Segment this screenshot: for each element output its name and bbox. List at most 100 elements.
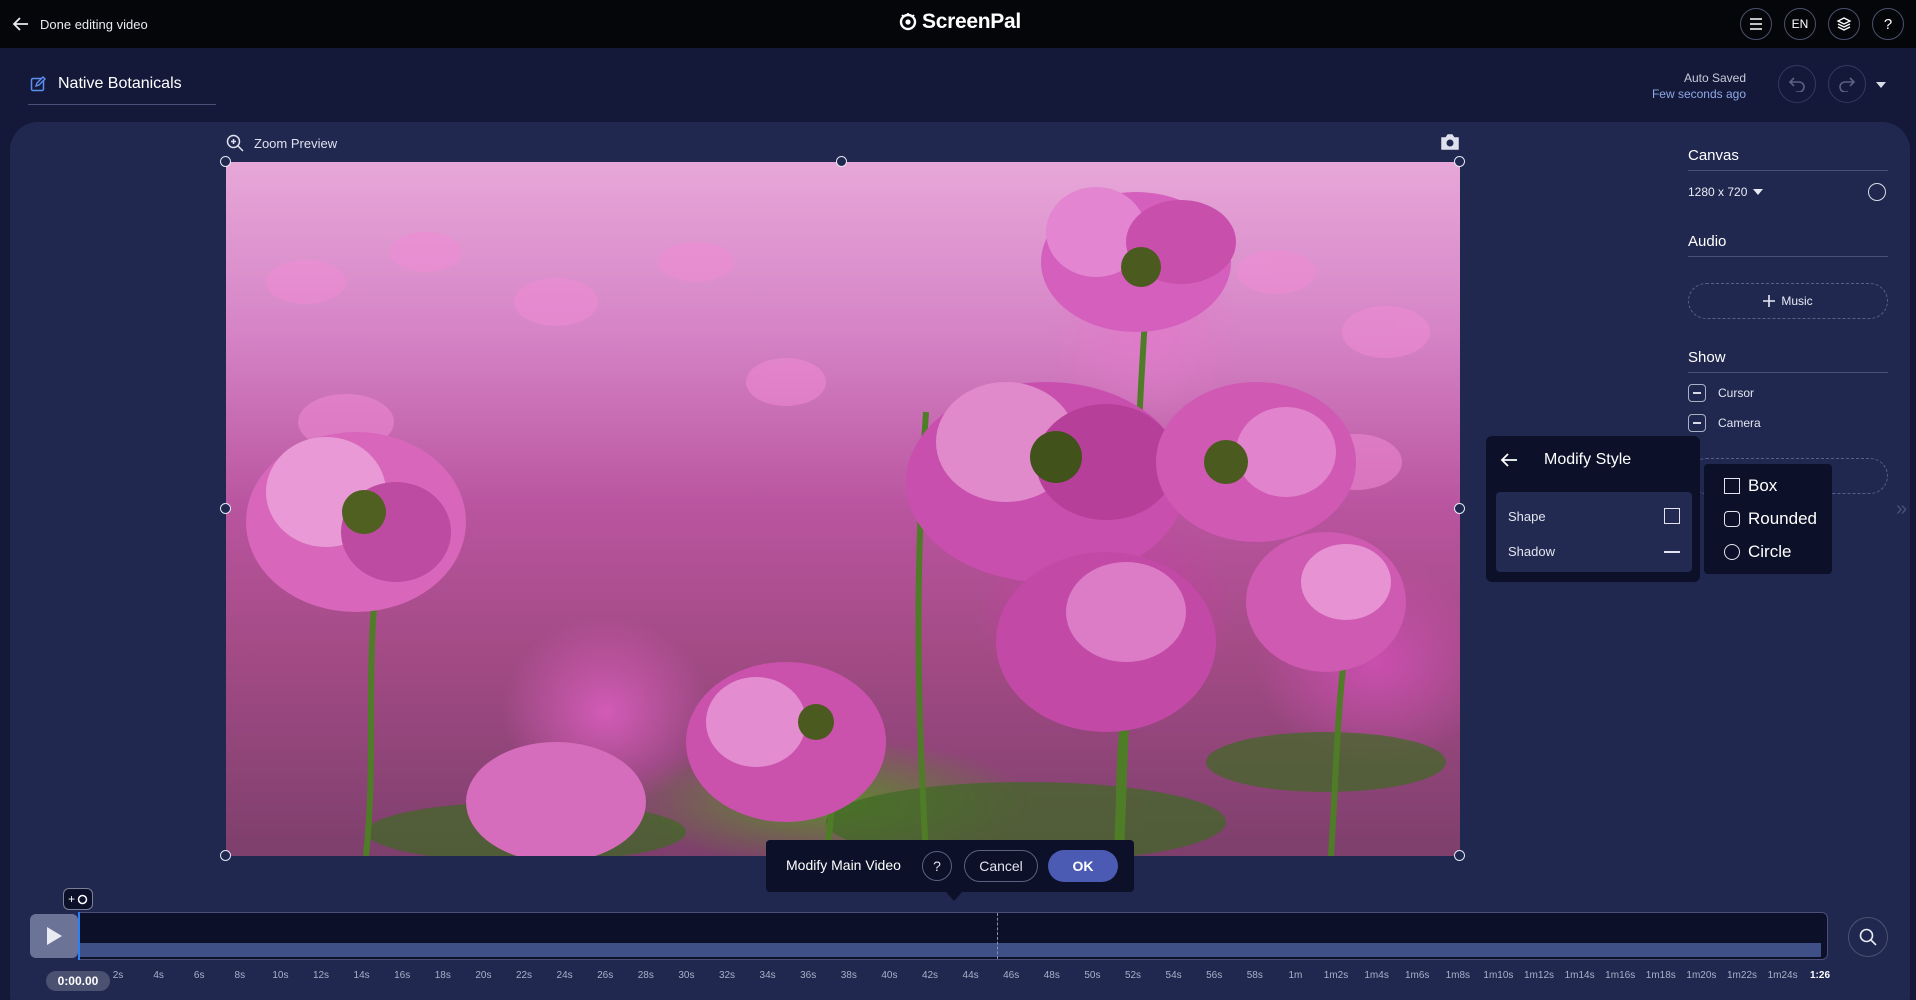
poppy-flowers-image [246,187,1446,856]
timeline-tick-label: 1m6s [1404,970,1430,981]
project-title-field[interactable]: Native Botanicals [28,72,216,105]
modify-help-button[interactable]: ? [922,851,952,881]
chevron-down-icon [1753,189,1764,195]
hamburger-icon [1750,18,1762,30]
timeline-tick-label: 40s [881,970,898,981]
menu-button[interactable] [1740,8,1772,40]
minus-checkbox-icon [1688,384,1706,402]
timeline-track[interactable] [78,912,1828,960]
marker-icon [77,894,88,904]
language-label: EN [1791,17,1809,31]
shape-option-label: Circle [1748,542,1792,561]
project-title: Native Botanicals [58,75,182,92]
edit-icon [30,76,46,92]
timeline-tick-label: 36s [800,970,817,981]
timeline-tick-label: 1m16s [1605,970,1636,981]
audio-heading: Audio [1688,233,1888,257]
timeline-tick-label: 24s [556,970,573,981]
modify-style-popover: Modify Style Shape Shadow [1486,436,1700,582]
show-camera-toggle[interactable]: Camera [1688,414,1761,432]
screenshot-button[interactable] [1440,133,1460,156]
show-camera-label: Camera [1718,416,1761,430]
cancel-button[interactable]: Cancel [964,850,1038,882]
timeline-tick-label: 1m2s [1323,970,1349,981]
undo-icon [1788,77,1805,92]
shape-option-rounded[interactable]: Rounded [1724,509,1817,529]
done-editing-button[interactable]: Done editing video [12,12,148,36]
timeline-tick-label: 1m8s [1445,970,1471,981]
timeline-tick-label: 44s [962,970,979,981]
video-clip[interactable] [79,943,1821,957]
play-button[interactable] [30,914,78,958]
resize-handle-top[interactable] [836,156,847,167]
modify-style-title: Modify Style [1544,451,1632,468]
timeline-tick-label: 8s [234,970,246,981]
canvas-size-value: 1280 x 720 [1688,185,1748,199]
timeline-marker-line [997,913,998,959]
canvas-size-select[interactable]: 1280 x 720 [1688,185,1764,199]
redo-button[interactable] [1828,65,1866,103]
logo-text-screen: Screen [922,10,991,33]
timeline-tick-label: 4s [153,970,164,981]
shadow-label: Shadow [1508,544,1555,559]
canvas-heading: Canvas [1688,147,1888,171]
resize-handle-right[interactable] [1454,503,1465,514]
timeline-tick-label: 32s [718,970,736,981]
layers-button[interactable] [1828,8,1860,40]
layers-icon [1836,17,1852,31]
square-icon [1724,478,1740,494]
history-dropdown-icon[interactable] [1876,82,1886,88]
logo-mark-icon [899,13,917,31]
show-cursor-label: Cursor [1718,386,1755,400]
help-label: ? [933,858,941,874]
autosave-time: Few seconds ago [1651,87,1746,101]
resize-handle-bottom-right[interactable] [1454,850,1465,861]
zoom-in-icon [226,134,244,152]
modify-main-video-bar: Modify Main Video ? Cancel OK [766,840,1134,901]
shape-row[interactable]: Shape [1508,508,1680,524]
timeline-tick-label: 1m24s [1767,970,1798,981]
undo-button[interactable] [1778,65,1816,103]
timeline-end-time: 1:26 [1809,970,1831,981]
style-options-panel: Shape Shadow [1496,492,1692,572]
playhead[interactable] [78,912,80,960]
search-icon [1859,928,1877,946]
resize-handle-left[interactable] [220,503,231,514]
plus-icon [1763,295,1776,307]
minus-checkbox-icon [1688,414,1706,432]
autosave-label: Auto Saved [1683,71,1746,85]
resize-handle-top-right[interactable] [1454,156,1465,167]
ok-button[interactable]: OK [1048,850,1118,882]
timeline-tick-label: 52s [1124,970,1142,981]
autosave-status: Auto Saved Few seconds ago [1652,70,1746,102]
timeline-tick-label: 56s [1206,970,1223,981]
timeline-tick-label: 1m22s [1726,970,1758,981]
shape-option-circle[interactable]: Circle [1724,542,1791,562]
show-cursor-toggle[interactable]: Cursor [1688,384,1754,402]
zoom-preview-button[interactable]: Zoom Preview [226,134,337,152]
canvas-color-swatch[interactable] [1868,183,1886,201]
top-bar: Done editing video Screen Pal EN ? [0,0,1916,48]
language-button[interactable]: EN [1784,8,1816,40]
timeline-tick-label: 42s [921,970,939,981]
shape-options-menu: Box Rounded Circle [1704,464,1832,574]
timeline-ruler: 2s 4s 6s 8s 10s 12s 14s 16s 18s 20s 22s 24s 26s 28s 30… [0,970,1916,986]
redo-icon [1839,77,1856,92]
add-marker-button[interactable]: + [63,888,93,910]
video-preview[interactable] [226,162,1460,856]
chevron-right-icon[interactable]: » [1896,498,1907,521]
help-button[interactable]: ? [1872,8,1904,40]
add-marker-label: + [67,892,75,906]
resize-handle-top-left[interactable] [220,156,231,167]
add-music-button[interactable]: Music [1688,283,1888,319]
shape-option-label: Rounded [1748,509,1818,528]
shadow-row[interactable]: Shadow [1508,544,1680,559]
shape-option-box[interactable]: Box [1724,476,1777,496]
timeline-zoom-button[interactable] [1848,917,1888,957]
timeline-tick-label: 1m18s [1645,970,1676,981]
resize-handle-bottom-left[interactable] [220,850,231,861]
circle-icon [1724,544,1740,560]
timeline-tick-label: 2s [112,970,124,981]
back-arrow-icon[interactable] [1500,452,1518,468]
bar-pointer [946,892,962,901]
